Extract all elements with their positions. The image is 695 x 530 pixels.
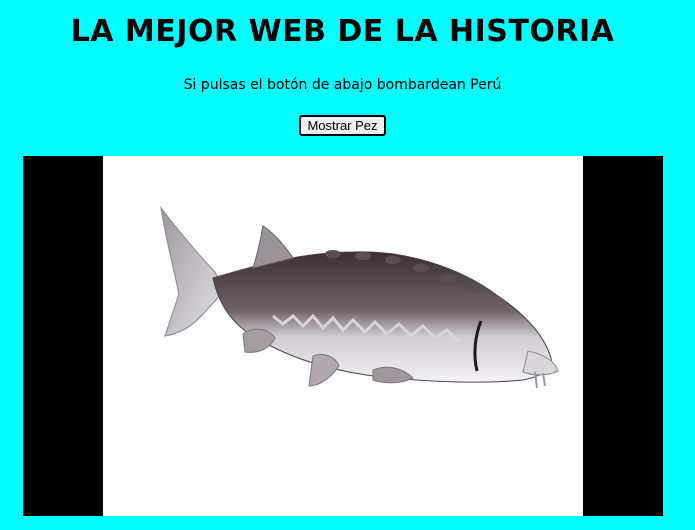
fish-tail <box>160 206 226 337</box>
fish-video[interactable] <box>23 156 663 516</box>
page-title: LA MEJOR WEB DE LA HISTORIA <box>70 14 615 49</box>
page-subtitle: Si pulsas el botón de abajo bombardean P… <box>183 77 502 93</box>
fish-image <box>160 206 559 389</box>
fish-snout <box>522 350 559 376</box>
fish-pectoral-fin <box>242 328 276 353</box>
fish-pelvic-fin <box>308 353 340 387</box>
video-frame <box>103 156 583 516</box>
show-fish-button[interactable]: Mostrar Pez <box>299 115 386 136</box>
button-container: Mostrar Pez <box>0 115 685 136</box>
fish-body <box>212 251 552 383</box>
